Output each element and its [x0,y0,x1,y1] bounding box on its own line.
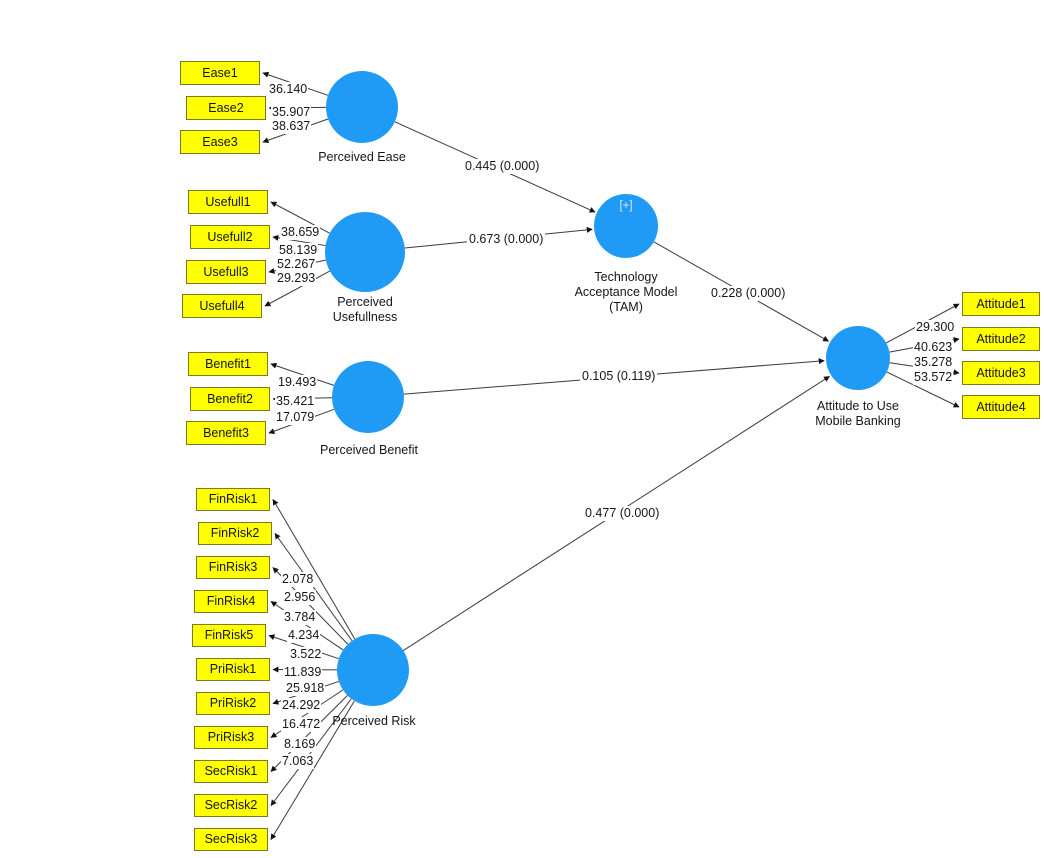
indicator-box-secrisk3[interactable]: SecRisk3 [194,828,268,851]
construct-circle-attitude[interactable] [826,326,890,390]
construct-label-attitude: Attitude to Use Mobile Banking [815,399,901,428]
indicator-box-pririsk1[interactable]: PriRisk1 [196,658,270,681]
indicator-box-benefit3[interactable]: Benefit3 [186,421,266,445]
indicator-box-usefull2[interactable]: Usefull2 [190,225,270,249]
loading-value-risk-4: 4.234 [287,628,321,643]
indicator-box-secrisk2[interactable]: SecRisk2 [194,794,268,817]
loading-value-risk-9: 16.472 [281,717,322,732]
path-coefficient-tam-to-attitude: 0.228 (0.000) [709,286,788,301]
indicator-box-ease1[interactable]: Ease1 [180,61,260,85]
diagram-edges-layer [262,71,960,841]
construct-circle-usefulness[interactable] [325,212,405,292]
loading-value-usefulness-3: 52.267 [276,257,317,272]
indicator-box-finrisk3[interactable]: FinRisk3 [196,556,270,579]
indicator-box-benefit2[interactable]: Benefit2 [190,387,270,411]
construct-label-usefulness: Perceived Usefullness [332,295,398,324]
loading-value-risk-5: 3.522 [289,647,323,662]
loading-value-ease-2: 35.907 [271,105,312,120]
loading-value-benefit-1: 19.493 [277,375,318,390]
loading-value-risk-3: 3.784 [283,610,317,625]
indicator-box-finrisk4[interactable]: FinRisk4 [194,590,268,613]
loading-value-risk-1: 2.078 [281,572,315,587]
loading-value-benefit-3: 17.079 [275,410,316,425]
loading-value-risk-8: 24.292 [281,698,322,713]
loading-value-usefulness-1: 38.659 [280,225,321,240]
construct-label-tam: Technology Acceptance Model (TAM) [574,270,678,314]
sem-path-diagram-canvas: [+] Ease1 Ease2 Ease3 Usefull1 Usefull2 Usefu… [0,0,1044,858]
indicator-box-pririsk2[interactable]: PriRisk2 [196,692,270,715]
path-coefficient-usefulness-to-tam: 0.673 (0.000) [467,232,546,247]
indicator-box-secrisk1[interactable]: SecRisk1 [194,760,268,783]
loading-value-usefulness-4: 29.293 [276,271,317,286]
loading-value-risk-6: 11.839 [283,665,323,680]
loading-value-risk-10: 8.169 [283,737,317,752]
indicator-box-usefull3[interactable]: Usefull3 [186,260,266,284]
indicator-box-attitude1[interactable]: Attitude1 [962,292,1040,316]
indicator-box-attitude2[interactable]: Attitude2 [962,327,1040,351]
loading-value-risk-7: 25.918 [285,681,326,696]
loading-value-ease-3: 38.637 [271,119,312,134]
indicator-box-attitude3[interactable]: Attitude3 [962,361,1040,385]
loading-value-attitude-3: 35.278 [913,355,954,370]
loading-value-attitude-4: 53.572 [913,370,954,385]
indicator-box-finrisk2[interactable]: FinRisk2 [198,522,272,545]
construct-circle-tam[interactable]: [+] [594,194,658,258]
indicator-box-attitude4[interactable]: Attitude4 [962,395,1040,419]
loading-value-attitude-1: 29.300 [915,320,956,335]
construct-circle-risk[interactable] [337,634,409,706]
path-coefficient-ease-to-tam: 0.445 (0.000) [463,159,542,174]
loading-value-risk-11: 7.063 [281,754,315,769]
loading-value-usefulness-2: 58.139 [278,243,319,258]
indicator-box-ease2[interactable]: Ease2 [186,96,266,120]
indicator-box-finrisk5[interactable]: FinRisk5 [192,624,266,647]
construct-circle-benefit[interactable] [332,361,404,433]
loading-value-benefit-2: 35.421 [275,394,316,409]
path-coefficient-risk-to-attitude: 0.477 (0.000) [583,506,662,521]
indicator-box-usefull4[interactable]: Usefull4 [182,294,262,318]
measurement-arrow-finrisk2 [274,533,353,642]
indicator-box-usefull1[interactable]: Usefull1 [188,190,268,214]
construct-label-risk: Perceived Risk [332,714,416,728]
indicator-box-ease3[interactable]: Ease3 [180,130,260,154]
indicator-box-finrisk1[interactable]: FinRisk1 [196,488,270,511]
expand-plus-icon[interactable]: [+] [594,200,658,213]
loading-value-risk-2: 2.956 [283,590,317,605]
indicator-box-pririsk3[interactable]: PriRisk3 [194,726,268,749]
loading-value-attitude-2: 40.623 [913,340,954,355]
measurement-arrow-finrisk4 [270,601,344,651]
loading-value-ease-1: 36.140 [268,82,309,97]
construct-label-benefit: Perceived Benefit [320,443,418,457]
indicator-box-benefit1[interactable]: Benefit1 [188,352,268,376]
construct-circle-ease[interactable] [326,71,398,143]
construct-label-ease: Perceived Ease [318,150,406,164]
path-coefficient-benefit-to-attitude: 0.105 (0.119) [580,369,658,384]
